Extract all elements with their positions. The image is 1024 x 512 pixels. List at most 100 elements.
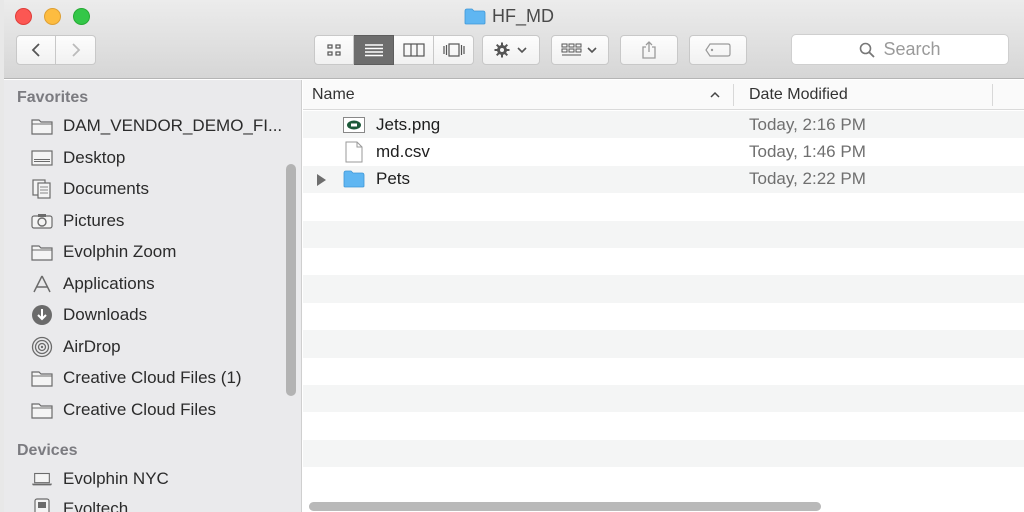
sidebar: Favorites DAM_VENDOR_DEMO_FI... Desktop … bbox=[4, 80, 302, 512]
tag-icon bbox=[705, 43, 731, 57]
search-icon bbox=[860, 42, 876, 58]
file-name: Pets bbox=[376, 169, 411, 189]
navigation-buttons bbox=[16, 35, 96, 65]
icon-view-button[interactable] bbox=[314, 35, 354, 65]
folder-icon bbox=[31, 367, 53, 389]
sidebar-item-downloads[interactable]: Downloads bbox=[31, 302, 147, 328]
sidebar-item-dam-vendor-demo[interactable]: DAM_VENDOR_DEMO_FI... bbox=[31, 113, 282, 139]
folder-icon bbox=[464, 8, 486, 25]
file-name: Jets.png bbox=[376, 114, 441, 134]
finder-window: HF_MD Search Favorites DAM_VENDOR_DEMO_F… bbox=[4, 0, 1024, 512]
folder-icon bbox=[31, 115, 53, 137]
column-view-button[interactable] bbox=[394, 35, 434, 65]
file-row-jets[interactable]: Jets.png Today, 2:16 PM bbox=[303, 111, 1024, 139]
search-placeholder: Search bbox=[883, 39, 941, 59]
empty-row bbox=[303, 220, 1024, 248]
cover-flow-icon bbox=[442, 43, 465, 57]
file-date: Today, 2:22 PM bbox=[749, 169, 866, 189]
back-button[interactable] bbox=[16, 35, 56, 65]
sidebar-item-label: Documents bbox=[63, 179, 149, 198]
folder-icon bbox=[31, 399, 53, 421]
horizontal-scrollbar[interactable] bbox=[309, 502, 821, 511]
sidebar-item-label: Pictures bbox=[63, 211, 125, 230]
sidebar-item-evoltech[interactable]: Evoltech bbox=[31, 496, 128, 512]
edit-tags-button[interactable] bbox=[689, 35, 747, 65]
cover-flow-view-button[interactable] bbox=[434, 35, 474, 65]
window-title-text: HF_MD bbox=[492, 5, 554, 26]
file-date: Today, 2:16 PM bbox=[749, 114, 866, 134]
list-view-button[interactable] bbox=[354, 35, 394, 65]
arrange-menu-button[interactable] bbox=[551, 35, 609, 65]
sidebar-item-evolphin-nyc[interactable]: Evolphin NYC bbox=[31, 466, 169, 492]
toolbar: HF_MD Search bbox=[4, 0, 1024, 79]
search-field[interactable]: Search bbox=[791, 34, 1009, 65]
view-mode-buttons bbox=[314, 35, 474, 65]
columns-icon bbox=[402, 43, 425, 57]
sidebar-item-evolphin-zoom[interactable]: Evolphin Zoom bbox=[31, 239, 176, 265]
sidebar-heading-favorites: Favorites bbox=[17, 89, 89, 106]
close-window-button[interactable] bbox=[15, 8, 32, 25]
column-header-date-modified[interactable]: Date Modified bbox=[749, 80, 848, 110]
image-file-icon bbox=[343, 114, 365, 135]
downloads-icon bbox=[31, 304, 53, 326]
empty-row bbox=[303, 303, 1024, 330]
file-row-pets[interactable]: Pets Today, 2:22 PM bbox=[303, 165, 1024, 194]
grid-icon bbox=[327, 44, 341, 56]
sidebar-item-label: Desktop bbox=[63, 148, 126, 167]
sidebar-heading-devices: Devices bbox=[17, 442, 78, 459]
sidebar-item-creative-cloud-files-1[interactable]: Creative Cloud Files (1) bbox=[31, 365, 242, 391]
column-divider[interactable] bbox=[992, 84, 993, 106]
chevron-left-icon bbox=[31, 43, 40, 57]
forward-button[interactable] bbox=[56, 35, 96, 65]
sort-ascending-icon bbox=[710, 91, 720, 98]
list-icon bbox=[364, 44, 383, 57]
camera-icon bbox=[31, 210, 53, 232]
sidebar-item-label: Evolphin NYC bbox=[63, 469, 169, 488]
action-menu-button[interactable] bbox=[482, 35, 540, 65]
arrange-grid-icon bbox=[561, 43, 597, 56]
window-title: HF_MD bbox=[464, 5, 554, 27]
folder-icon bbox=[343, 169, 365, 190]
sidebar-item-label: Applications bbox=[63, 274, 155, 293]
sidebar-item-documents[interactable]: Documents bbox=[31, 176, 149, 202]
hard-drive-icon bbox=[31, 498, 53, 512]
sidebar-item-applications[interactable]: Applications bbox=[31, 271, 155, 297]
empty-row bbox=[303, 412, 1024, 439]
sidebar-item-label: Creative Cloud Files (1) bbox=[63, 368, 242, 387]
column-header-name[interactable]: Name bbox=[312, 80, 355, 110]
empty-row bbox=[303, 248, 1024, 275]
documents-icon bbox=[31, 178, 53, 200]
empty-row bbox=[303, 275, 1024, 303]
empty-row bbox=[303, 439, 1024, 468]
sidebar-item-label: Evolphin Zoom bbox=[63, 242, 177, 261]
sidebar-item-pictures[interactable]: Pictures bbox=[31, 208, 124, 234]
sidebar-item-label: Evoltech bbox=[63, 499, 129, 512]
sidebar-item-label: Creative Cloud Files bbox=[63, 400, 217, 419]
document-file-icon bbox=[343, 141, 365, 163]
share-button[interactable] bbox=[620, 35, 678, 65]
disclosure-triangle-icon[interactable] bbox=[317, 173, 326, 186]
sidebar-item-creative-cloud-files[interactable]: Creative Cloud Files bbox=[31, 397, 216, 423]
applications-icon bbox=[31, 273, 53, 295]
sidebar-item-label: Downloads bbox=[63, 305, 148, 324]
empty-row bbox=[303, 330, 1024, 358]
column-divider[interactable] bbox=[733, 84, 734, 106]
sidebar-item-airdrop[interactable]: AirDrop bbox=[31, 334, 121, 360]
file-row-md-csv[interactable]: md.csv Today, 1:46 PM bbox=[303, 138, 1024, 165]
zoom-window-button[interactable] bbox=[73, 8, 90, 25]
column-header-row: Name Date Modified bbox=[303, 80, 1024, 110]
laptop-icon bbox=[31, 468, 53, 490]
chevron-right-icon bbox=[71, 43, 80, 57]
sidebar-item-label: AirDrop bbox=[63, 337, 121, 356]
empty-row bbox=[303, 467, 1024, 494]
sidebar-item-label: DAM_VENDOR_DEMO_FI... bbox=[63, 116, 283, 135]
file-rows: Jets.png Today, 2:16 PM md.csv Today, 1:… bbox=[303, 111, 1024, 494]
folder-icon bbox=[31, 241, 53, 263]
desktop-icon bbox=[31, 147, 53, 169]
sidebar-item-desktop[interactable]: Desktop bbox=[31, 145, 125, 171]
airdrop-icon bbox=[31, 336, 53, 358]
minimize-window-button[interactable] bbox=[44, 8, 61, 25]
file-name: md.csv bbox=[376, 141, 430, 161]
empty-row bbox=[303, 358, 1024, 385]
sidebar-scrollbar[interactable] bbox=[286, 164, 296, 396]
